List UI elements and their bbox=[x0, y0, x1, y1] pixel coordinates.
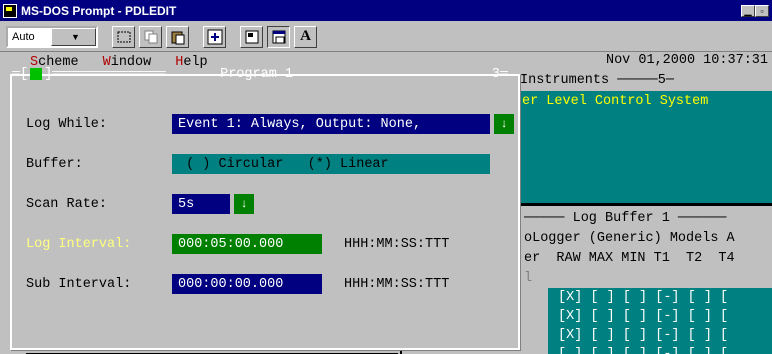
log-buffer-columns: er RAW MAX MIN T1 T2 T4 bbox=[524, 250, 735, 266]
log-interval-format: HHH:MM:SS:TTT bbox=[344, 236, 450, 252]
program-dialog-header: ═[]══════════════ Program 1 3═ bbox=[12, 66, 508, 82]
log-buffer-row[interactable]: [X] [ ] [ ] [-] [ ] [ bbox=[548, 288, 772, 307]
dos-console[interactable]: Scheme Window Help Nov 01,2000 10:37:31 … bbox=[0, 53, 772, 354]
arrow-down-icon[interactable]: ↓ bbox=[234, 194, 254, 214]
font-button[interactable]: A bbox=[294, 25, 317, 48]
log-buffer-model-line: oLogger (Generic) Models A bbox=[524, 230, 735, 246]
log-buffer-grid: [X] [ ] [ ] [-] [ ] [ [X] [ ] [ ] [-] [ … bbox=[548, 288, 772, 354]
window-title-bar[interactable]: MS-DOS Prompt - PDLEDIT ▁ ▫ bbox=[0, 0, 772, 21]
buffer-label: Buffer: bbox=[26, 156, 83, 172]
properties-icon bbox=[245, 30, 258, 43]
scan-rate-field[interactable]: 5s bbox=[172, 194, 230, 214]
scan-rate-label: Scan Rate: bbox=[26, 196, 108, 212]
paste-button[interactable] bbox=[166, 25, 189, 48]
buffer-radio-group[interactable]: ( ) Circular (*) Linear bbox=[172, 154, 490, 174]
font-size-select[interactable]: Auto ▼ bbox=[6, 25, 98, 48]
log-interval-label: Log Interval: bbox=[26, 236, 132, 252]
sub-interval-field[interactable]: 000:00:00.000 bbox=[172, 274, 322, 294]
log-buffer-row[interactable]: [X] [ ] [ ] [-] [ ] [ bbox=[548, 307, 772, 326]
log-buffer-window[interactable]: ───── Log Buffer 1 ────── oLogger (Gener… bbox=[520, 206, 772, 354]
chevron-down-icon[interactable]: ▼ bbox=[51, 27, 96, 46]
instruments-panel[interactable]: er Level Control System bbox=[518, 91, 772, 203]
log-buffer-row[interactable]: [X] [ ] [ ] [-] [ ] [ bbox=[548, 326, 772, 345]
log-while-label: Log While: bbox=[26, 116, 108, 132]
log-while-row: Log While: Event 1: Always, Output: None… bbox=[26, 114, 514, 134]
instruments-line: er Level Control System bbox=[522, 94, 709, 109]
log-buffer-row[interactable]: [ ] [ ] [ ] [-] [ ] [ bbox=[548, 345, 772, 354]
scan-rate-row: Scan Rate: 5s ↓ bbox=[26, 194, 254, 214]
copy-icon bbox=[144, 30, 157, 43]
program-dialog-title: Program 1 bbox=[212, 66, 302, 82]
copy-button[interactable] bbox=[139, 25, 162, 48]
fullscreen-icon bbox=[207, 29, 222, 44]
log-interval-row: Log Interval: 000:05:00.000 HHH:MM:SS:TT… bbox=[26, 234, 449, 254]
log-buffer-header: ───── Log Buffer 1 ────── bbox=[524, 210, 727, 226]
background-button[interactable] bbox=[267, 25, 290, 48]
program-dialog[interactable]: ═[]══════════════ Program 1 3═ Log While… bbox=[10, 67, 520, 350]
dos-toolbar: Auto ▼ A bbox=[0, 22, 772, 52]
mark-icon bbox=[117, 31, 130, 42]
arrow-down-icon[interactable]: ↓ bbox=[494, 114, 514, 134]
background-icon bbox=[272, 30, 285, 43]
msdos-app-icon[interactable] bbox=[3, 3, 17, 18]
font-size-value: Auto bbox=[12, 30, 35, 43]
program-window-number: 3═ bbox=[491, 66, 508, 82]
log-buffer-side: l bbox=[524, 270, 533, 286]
properties-button[interactable] bbox=[240, 25, 263, 48]
close-window-icon[interactable] bbox=[30, 68, 43, 80]
window-title: MS-DOS Prompt - PDLEDIT bbox=[21, 3, 177, 18]
sub-interval-label: Sub Interval: bbox=[26, 276, 132, 292]
log-while-field[interactable]: Event 1: Always, Output: None, bbox=[172, 114, 490, 134]
fullscreen-button[interactable] bbox=[203, 25, 226, 48]
sub-interval-row: Sub Interval: 000:00:00.000 HHH:MM:SS:TT… bbox=[26, 274, 449, 294]
paste-icon bbox=[171, 31, 184, 44]
instruments-window-header[interactable]: Instruments ─────5─ bbox=[520, 71, 772, 89]
mark-button[interactable] bbox=[112, 25, 135, 48]
clock-readout: Nov 01,2000 10:37:31 bbox=[605, 53, 768, 68]
sub-interval-format: HHH:MM:SS:TTT bbox=[344, 276, 450, 292]
maximize-button[interactable]: ▫ bbox=[755, 4, 769, 17]
buffer-row: Buffer: ( ) Circular (*) Linear bbox=[26, 154, 490, 174]
minimize-button[interactable]: ▁ bbox=[741, 4, 755, 17]
log-interval-field[interactable]: 000:05:00.000 bbox=[172, 234, 322, 254]
